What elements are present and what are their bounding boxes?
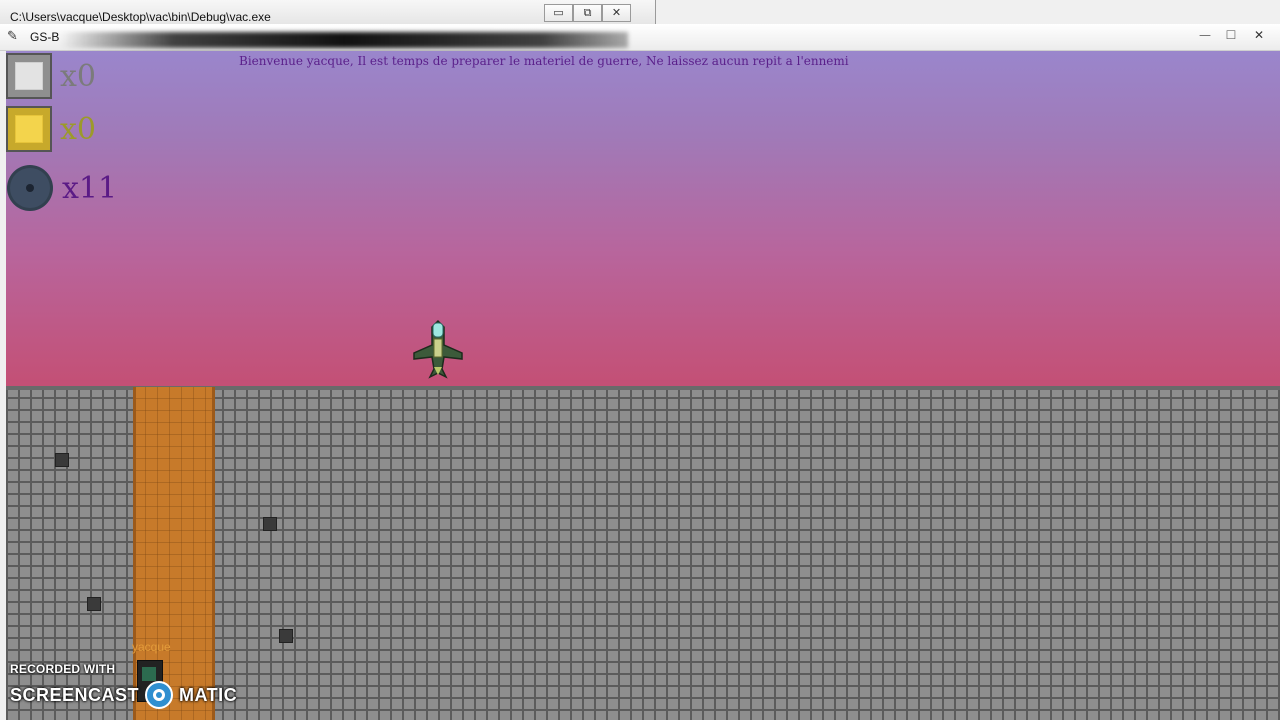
game-window-controls: — ☐ ✕	[1192, 26, 1274, 44]
inventory-gear: x11	[10, 168, 117, 208]
watermark-right: MATIC	[179, 684, 238, 705]
game-window: ✎ GS-B — ☐ ✕ x0 x0 x11 Bienvenue yacque,…	[0, 24, 1280, 720]
console-window-titlebar: C:\Users\vacque\Desktop\vac\bin\Debug\va…	[0, 0, 656, 24]
console-close-button[interactable]: ✕	[602, 4, 631, 22]
watermark-recorded-with: RECORDED WITH	[10, 662, 116, 676]
ore-block	[279, 629, 293, 643]
silver-block-icon	[6, 53, 52, 99]
close-button[interactable]: ✕	[1244, 26, 1274, 44]
game-canvas[interactable]: x0 x0 x11 Bienvenue yacque, Il est temps…	[6, 51, 1280, 720]
player-name-label: yacque	[132, 640, 171, 654]
ore-block	[87, 597, 101, 611]
inventory-silver: x0	[6, 53, 96, 99]
minimize-button[interactable]: —	[1192, 26, 1218, 44]
pencil-icon: ✎	[7, 29, 18, 44]
inventory-gold: x0	[6, 106, 96, 152]
watermark-left: SCREENCAST	[10, 684, 140, 705]
watermark-brand: SCREENCAST MATIC	[10, 679, 237, 711]
silver-count: x0	[60, 58, 97, 94]
console-minimize-button[interactable]: ▭	[544, 4, 573, 22]
game-window-titlebar[interactable]: ✎ GS-B — ☐ ✕	[0, 24, 1280, 51]
console-window-controls: ▭ ⧉ ✕	[544, 4, 631, 22]
welcome-message: Bienvenue yacque, Il est temps de prepar…	[239, 54, 849, 68]
sky	[6, 51, 1280, 389]
spaceship-sprite	[413, 319, 463, 379]
console-window-title: C:\Users\vacque\Desktop\vac\bin\Debug\va…	[10, 10, 271, 24]
redacted-area	[60, 32, 628, 48]
ore-block	[55, 453, 69, 467]
screencast-watermark: RECORDED WITH SCREENCAST MATIC	[10, 662, 237, 711]
maximize-button[interactable]: ☐	[1218, 26, 1244, 44]
gold-block-icon	[6, 106, 52, 152]
ore-block	[263, 517, 277, 531]
console-restore-button[interactable]: ⧉	[573, 4, 602, 22]
game-window-title: GS-B	[30, 30, 60, 44]
gear-icon	[10, 168, 50, 208]
gear-count: x11	[62, 170, 118, 206]
screencast-logo-icon	[145, 681, 174, 709]
gold-count: x0	[60, 111, 97, 147]
